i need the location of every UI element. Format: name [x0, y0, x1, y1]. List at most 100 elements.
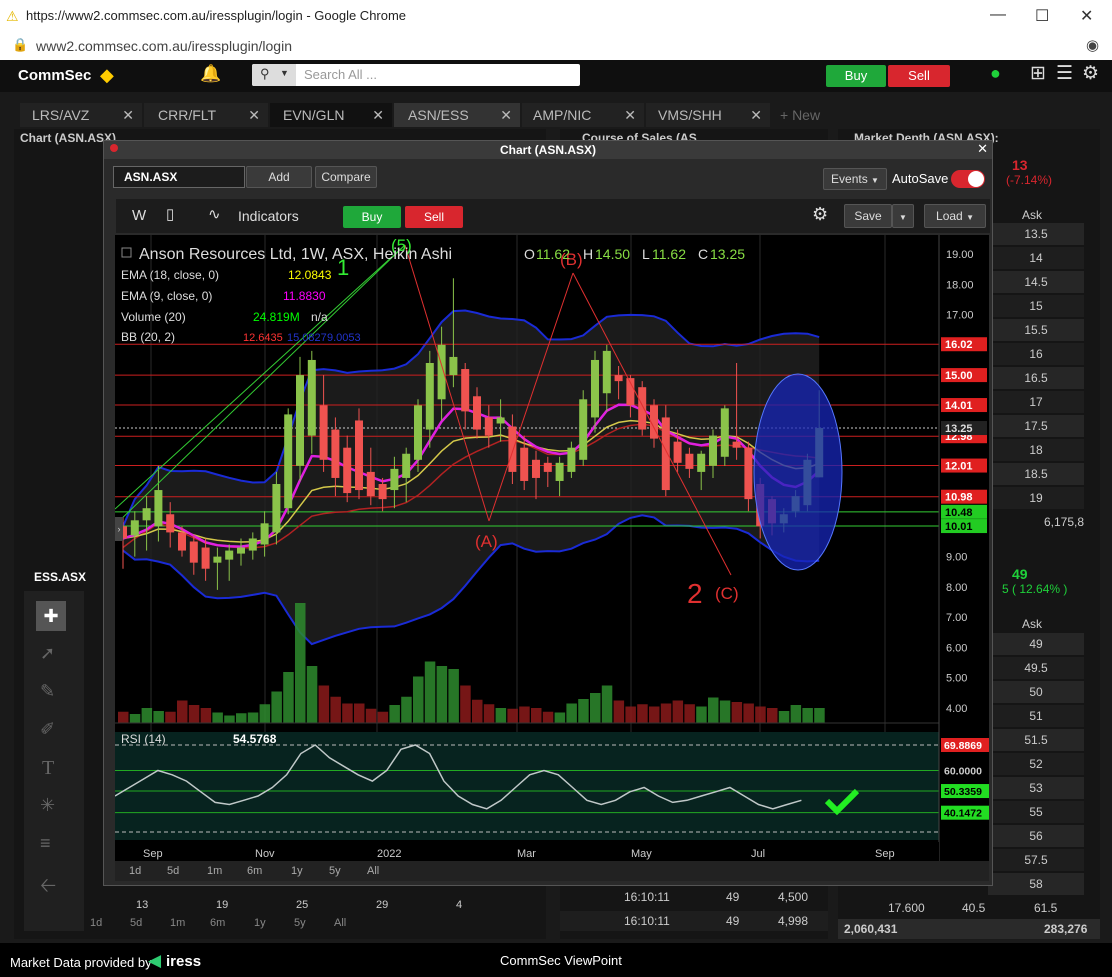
- brush-tool-icon[interactable]: ✐: [40, 719, 55, 740]
- volume-bar: [472, 699, 483, 723]
- line-tool-icon[interactable]: ➚: [40, 643, 55, 664]
- left-period-5y[interactable]: 5y: [294, 917, 306, 929]
- left-period-1y[interactable]: 1y: [254, 917, 266, 929]
- candle-body: [390, 468, 399, 491]
- study-value-bb: 12.6435: [243, 332, 283, 344]
- close-icon[interactable]: ✕: [248, 103, 260, 127]
- chevron-down-icon: ▼: [280, 68, 289, 78]
- search-box[interactable]: ⚲ ▼ Search All ...: [252, 64, 580, 86]
- candle-body: [307, 359, 316, 436]
- load-dropdown[interactable]: Load ▼: [924, 204, 986, 228]
- symbol-input[interactable]: ASN.ASX: [113, 166, 245, 188]
- left-period-all[interactable]: All: [334, 917, 346, 929]
- menu-icon[interactable]: ☰: [1056, 62, 1073, 85]
- events-dropdown[interactable]: Events ▼: [823, 168, 887, 190]
- rsi-value: 54.5768: [233, 732, 277, 746]
- depth-ask-header: Ask: [1022, 208, 1043, 222]
- add-button[interactable]: Add: [246, 166, 312, 188]
- period-all[interactable]: All: [367, 865, 379, 877]
- period-1d[interactable]: 1d: [129, 865, 141, 877]
- close-icon[interactable]: ✕: [500, 103, 512, 127]
- lightbulb-icon[interactable]: ●: [990, 63, 1001, 84]
- minimize-icon[interactable]: —: [990, 6, 1006, 24]
- indicators-icon[interactable]: ∿: [208, 205, 221, 223]
- new-tab-button[interactable]: + New: [772, 103, 850, 127]
- candle-body: [579, 399, 588, 460]
- highlight-ellipse[interactable]: [753, 373, 843, 571]
- window-close-icon[interactable]: ✕: [977, 141, 988, 157]
- candle-body: [532, 459, 540, 478]
- close-icon[interactable]: ✕: [372, 103, 384, 127]
- volume-bar: [637, 704, 648, 723]
- left-period-5d[interactable]: 5d: [130, 917, 142, 929]
- sub-chart-symbol[interactable]: ESS.ASX: [34, 570, 86, 584]
- tab-asn-ess[interactable]: ASN/ESS ✕: [394, 103, 520, 127]
- back-arrow-icon[interactable]: 🡠: [40, 871, 56, 905]
- save-button[interactable]: Save: [844, 204, 892, 228]
- eye-icon[interactable]: ◉: [1086, 36, 1099, 54]
- volume-bar: [377, 711, 389, 723]
- candle-body: [130, 520, 139, 536]
- period-1m[interactable]: 1m: [207, 865, 222, 877]
- depth-ask-cell: 58: [988, 873, 1084, 895]
- volume-bar: [814, 708, 825, 723]
- candle-body: [225, 550, 234, 560]
- address-bar[interactable]: 🔒 www2.commsec.com.au/iressplugin/login …: [0, 32, 1112, 61]
- candle-body: [355, 420, 363, 491]
- chart-window-title[interactable]: Chart (ASN.ASX): [104, 141, 992, 159]
- tab-crr-flt[interactable]: CRR/FLT ✕: [144, 103, 268, 127]
- period-1y[interactable]: 1y: [291, 865, 303, 877]
- search-dropdown[interactable]: ⚲ ▼: [252, 64, 296, 86]
- tab-evn-gln[interactable]: EVN/GLN ✕: [270, 103, 392, 127]
- close-icon[interactable]: ✕: [624, 103, 636, 127]
- x-tick-label: Mar: [517, 848, 536, 860]
- left-period-6m[interactable]: 6m: [210, 917, 225, 929]
- tab-lrs-avz[interactable]: LRS/AVZ ✕: [20, 103, 142, 127]
- volume-bar: [318, 685, 330, 723]
- measure-tool-icon[interactable]: ≡: [40, 833, 51, 854]
- candle-body: [508, 426, 517, 472]
- autosave-toggle[interactable]: [951, 170, 985, 188]
- gear-icon[interactable]: ⚙: [812, 204, 828, 225]
- chart-plot-area[interactable]: (5) 1 (B) (A) 2 (C) 19.00 18.00 17.00 9.00 8.00 7.…: [115, 235, 989, 861]
- pattern-tool-icon[interactable]: ✎: [40, 681, 55, 702]
- plus-box-icon[interactable]: ⊞: [1030, 62, 1046, 85]
- tab-amp-nic[interactable]: AMP/NIC ✕: [522, 103, 644, 127]
- text-tool-icon[interactable]: T: [42, 757, 54, 780]
- table-row: 16:10:11 49 4,998: [560, 911, 828, 931]
- maximize-icon[interactable]: ☐: [1035, 6, 1049, 26]
- candle-body: [744, 447, 753, 500]
- close-icon[interactable]: ✕: [750, 103, 762, 127]
- left-period-bar: 1d 5d 1m 6m 1y 5y All: [84, 917, 384, 931]
- save-dropdown-button[interactable]: ▼: [892, 204, 914, 228]
- left-period-1m[interactable]: 1m: [170, 917, 185, 929]
- close-icon[interactable]: ✕: [1080, 6, 1093, 26]
- volume-bar: [141, 708, 153, 723]
- chart-sell-button[interactable]: Sell: [405, 206, 463, 228]
- period-5y[interactable]: 5y: [329, 865, 341, 877]
- candle-body: [237, 547, 245, 554]
- header-buy-button[interactable]: Buy: [826, 65, 886, 87]
- fib-tool-icon[interactable]: ✳: [40, 795, 55, 816]
- indicators-button[interactable]: Indicators: [238, 208, 299, 224]
- settings-icon[interactable]: ⚙: [1082, 62, 1099, 85]
- brand-logo[interactable]: CommSec: [18, 67, 91, 84]
- url-text[interactable]: www2.commsec.com.au/iressplugin/login: [36, 38, 292, 54]
- chevron-right-icon[interactable]: ›: [115, 517, 123, 541]
- volume-bar: [129, 714, 141, 723]
- chart-buy-button[interactable]: Buy: [343, 206, 401, 228]
- close-icon[interactable]: ✕: [122, 103, 134, 127]
- period-5d[interactable]: 5d: [167, 865, 179, 877]
- candle-type-icon[interactable]: ▯: [166, 205, 174, 223]
- crosshair-icon[interactable]: ✚: [36, 601, 66, 631]
- header-sell-button[interactable]: Sell: [888, 65, 950, 87]
- interval-selector[interactable]: W: [132, 207, 146, 224]
- bell-icon[interactable]: 🔔: [200, 64, 221, 84]
- volume-bar: [531, 708, 542, 723]
- compare-button[interactable]: Compare: [315, 166, 377, 188]
- chart-svg[interactable]: (5)1 (B)(A)2 (C) 19.0018.0017.009.008.007.…: [115, 235, 989, 861]
- left-period-1d[interactable]: 1d: [90, 917, 102, 929]
- period-6m[interactable]: 6m: [247, 865, 262, 877]
- search-input[interactable]: Search All ...: [304, 67, 377, 82]
- tab-vms-shh[interactable]: VMS/SHH ✕: [646, 103, 770, 127]
